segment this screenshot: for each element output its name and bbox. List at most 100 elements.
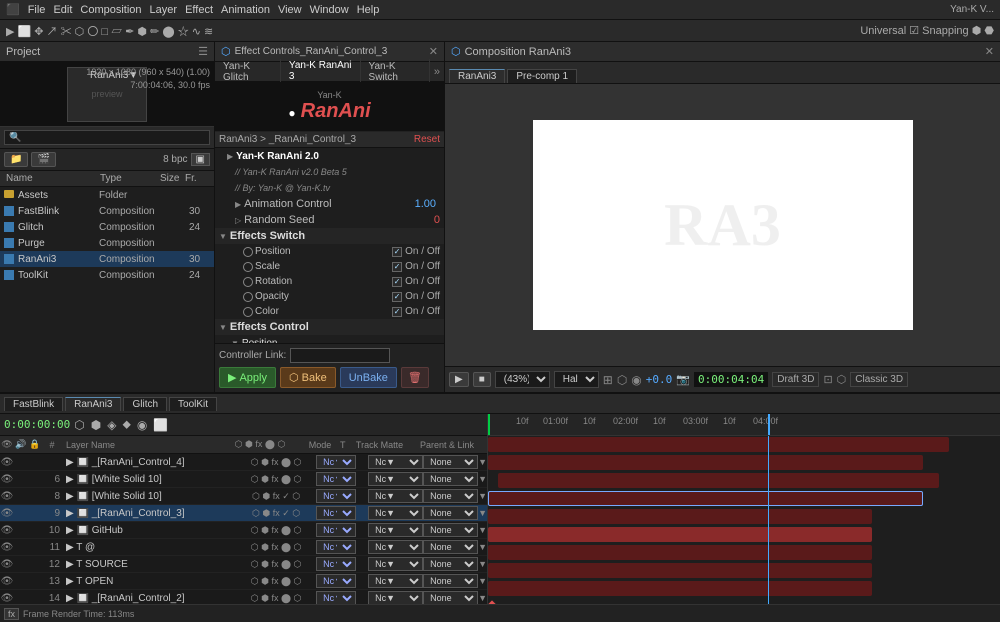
comp-zoom-select[interactable]: (43%) [495, 371, 550, 388]
ec-switch-color[interactable]: Color On / Off [215, 304, 444, 319]
tl-layer-row[interactable]: 👁 10 ▶ 🔲 GitHub ⬡ ⬢ fx ⬤ ⬡ Nc▼ Nc▼ None … [0, 522, 487, 539]
mode-select[interactable]: Nc▼ [316, 489, 356, 503]
bake-button[interactable]: ⬡ Bake [280, 367, 336, 388]
tl-tab-glitch[interactable]: Glitch [123, 397, 167, 411]
timeline-ruler[interactable]: 10f 01:00f 10f 02:00f 10f 03:00f 10f 04:… [488, 414, 1000, 436]
vis-toggle[interactable]: 👁 [0, 525, 14, 536]
new-comp-btn[interactable]: 🎬 [31, 152, 55, 167]
menu-items[interactable]: ⬛ File Edit Composition Layer Effect Ani… [6, 3, 379, 16]
vis-toggle[interactable]: 👁 [0, 542, 14, 553]
comp-quality-select[interactable]: Half [554, 371, 599, 388]
track-select[interactable]: Nc▼ [368, 506, 423, 520]
vis-toggle[interactable]: 👁 [0, 593, 14, 604]
list-item-ranani3[interactable]: RanAni3 Composition 30 [0, 251, 214, 267]
track-select[interactable]: Nc▼ [368, 557, 423, 571]
ec-switch-scale-cb[interactable] [392, 262, 402, 272]
ec-switch-rotation[interactable]: Rotation On / Off [215, 274, 444, 289]
comp-draft-label[interactable]: Draft 3D [772, 372, 819, 387]
tl-toolbar-icon4[interactable]: ⬥ [120, 417, 132, 432]
tl-layer-row[interactable]: 👁 13 ▶ T OPEN ⬡ ⬢ fx ⬤ ⬡ Nc▼ Nc▼ None ▼ [0, 573, 487, 590]
track-select[interactable]: Nc▼ [368, 574, 423, 588]
menu-comp[interactable]: Composition [80, 4, 141, 16]
tl-toolbar-icon3[interactable]: ◈ [105, 418, 118, 432]
parent-select[interactable]: None [423, 591, 478, 604]
menu-layer[interactable]: Layer [150, 4, 178, 16]
mode-select[interactable]: Nc▼ [316, 455, 356, 469]
track-select[interactable]: Nc▼ [368, 591, 423, 604]
menu-view[interactable]: View [278, 4, 302, 16]
list-item[interactable]: FastBlink Composition 30 [0, 203, 214, 219]
ec-effects-control-header[interactable]: ▼ Effects Control [215, 319, 444, 335]
mode-select[interactable]: Nc▼ [316, 472, 356, 486]
ec-effects-switch-header[interactable]: ▼ Effects Switch [215, 228, 444, 244]
track-select[interactable]: Nc▼ [368, 523, 423, 537]
comp-render-icon[interactable]: ⬡ [837, 373, 847, 386]
track-select[interactable]: Nc▼ [368, 489, 423, 503]
parent-select[interactable]: None [423, 540, 478, 554]
vis-toggle[interactable]: 👁 [0, 559, 14, 570]
ec-switch-pos-cb[interactable] [392, 247, 402, 257]
tl-layer-row[interactable]: 👁 6 ▶ 🔲 [White Solid 10] ⬡ ⬢ fx ⬤ ⬡ Nc▼ … [0, 471, 487, 488]
tl-layer-row[interactable]: 👁 11 ▶ T @ ⬡ ⬢ fx ⬤ ⬡ Nc▼ Nc▼ None ▼ [0, 539, 487, 556]
unbake-button[interactable]: UnBake [340, 367, 397, 388]
parent-select[interactable]: None [423, 506, 478, 520]
ec-anim-ctrl-value[interactable]: 1.00 [400, 198, 440, 210]
menu-edit[interactable]: Edit [53, 4, 72, 16]
menu-window[interactable]: Window [310, 4, 349, 16]
parent-select[interactable]: None [423, 523, 478, 537]
track-bar-row[interactable] [488, 472, 1000, 489]
comp-tab-ranani3[interactable]: RanAni3 [449, 69, 505, 83]
ec-switch-opacity[interactable]: Opacity On / Off [215, 289, 444, 304]
controller-link-input[interactable]: 1 [290, 348, 390, 363]
vis-toggle[interactable]: 👁 [0, 576, 14, 587]
ec-position-subsection[interactable]: ▼ Position [215, 335, 444, 343]
new-folder-btn[interactable]: 📁 [4, 152, 28, 167]
fx-panel-close[interactable]: ✕ [429, 45, 438, 58]
track-select[interactable]: Nc▼ [368, 540, 423, 554]
tl-layer-row[interactable]: 👁 ▶ 🔲 _[RanAni_Control_4] ⬡ ⬢ fx ⬤ ⬡ Nc▼… [0, 454, 487, 471]
tl-toolbar-icon1[interactable]: ⬡ [72, 418, 86, 432]
parent-select[interactable]: None [423, 472, 478, 486]
mode-select[interactable]: Nc▼ [316, 557, 356, 571]
vis-toggle[interactable]: 👁 [0, 474, 14, 485]
comp-panel-close[interactable]: ✕ [985, 45, 994, 58]
track-bar-row[interactable] [488, 562, 1000, 579]
menu-anim[interactable]: Animation [221, 4, 270, 16]
parent-select[interactable]: None [423, 574, 478, 588]
apply-button[interactable]: ▶ Apply [219, 367, 276, 388]
tab-yank-ranani3[interactable]: Yan-K RanAni 3 [281, 58, 361, 85]
tl-toolbar-icon5[interactable]: ◉ [135, 418, 149, 432]
parent-select[interactable]: None [423, 557, 478, 571]
tl-layer-selected-row[interactable]: 👁 9 ▶ 🔲 _[RanAni_Control_3] ⬡ ⬢ fx ✓ ⬡ N… [0, 505, 487, 522]
comp-classic-label[interactable]: Classic 3D [850, 372, 908, 387]
project-search-input[interactable] [4, 130, 210, 145]
menu-help[interactable]: Help [357, 4, 380, 16]
menu-effect[interactable]: Effect [185, 4, 213, 16]
tl-toolbar-icon6[interactable]: ⬜ [151, 418, 170, 432]
ec-random-seed-row[interactable]: ▷ Random Seed 0 [215, 212, 444, 228]
tab-yank-switch[interactable]: Yan-K Switch [361, 59, 430, 85]
comp-mask-icon[interactable]: ⬡ [617, 373, 627, 387]
vis-toggle[interactable]: 👁 [0, 457, 14, 468]
track-select[interactable]: Nc▼ [368, 455, 423, 469]
list-item[interactable]: Purge Composition [0, 235, 214, 251]
comp-play-btn[interactable]: ▶ [449, 372, 469, 387]
parent-select[interactable]: None [423, 455, 478, 469]
mode-select[interactable]: Nc▼ [316, 540, 356, 554]
parent-select[interactable]: None [423, 489, 478, 503]
comp-3d-icon[interactable]: ◉ [631, 373, 641, 387]
track-bar-row[interactable] [488, 436, 1000, 453]
ec-reset-btn[interactable]: Reset [414, 134, 440, 145]
ec-switch-scale[interactable]: Scale On / Off [215, 259, 444, 274]
tl-layer-row[interactable]: 👁 8 ▶ 🔲 [White Solid 10] ⬡ ⬢ fx ✓ ⬡ Nc▼ … [0, 488, 487, 505]
ec-switch-rot-cb[interactable] [392, 277, 402, 287]
comp-grid-icon[interactable]: ⊞ [603, 373, 613, 387]
vis-toggle[interactable]: 👁 [0, 491, 14, 502]
delete-button[interactable]: 🗑 [401, 367, 429, 388]
track-bar-row[interactable] [488, 526, 1000, 543]
mode-select[interactable]: Nc▼ [316, 591, 356, 604]
track-bar-row[interactable] [488, 544, 1000, 561]
tl-timecode[interactable]: 0:00:00:00 [4, 418, 70, 431]
ec-switch-position[interactable]: Position On / Off [215, 244, 444, 259]
comp-tab-precomp1[interactable]: Pre-comp 1 [507, 69, 577, 83]
